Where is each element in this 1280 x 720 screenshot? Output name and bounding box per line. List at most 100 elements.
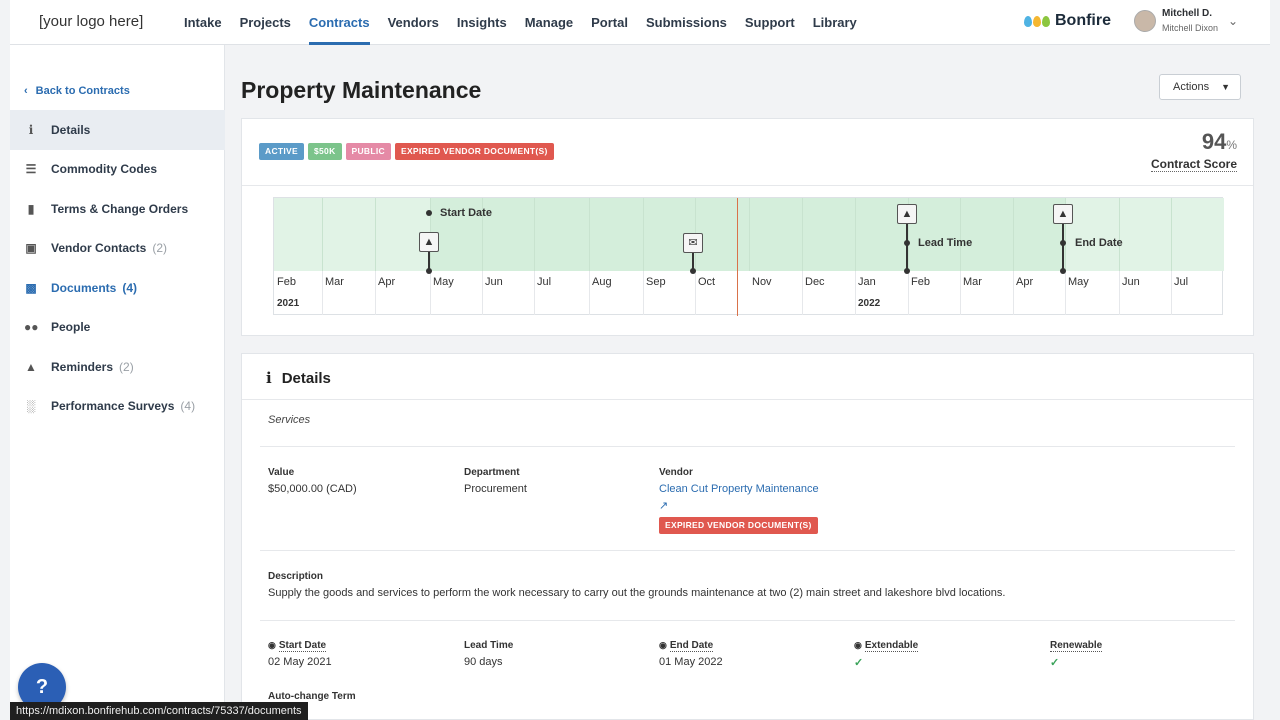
nav-support[interactable]: Support [745, 0, 795, 45]
nav-contracts[interactable]: Contracts [308, 0, 370, 45]
bell-icon[interactable]: ▲ [897, 204, 917, 224]
sidebar-item-count: (2) [152, 241, 168, 256]
sidebar-item-label: Commodity Codes [51, 162, 158, 177]
timeline-month: May [433, 276, 454, 288]
nav-library[interactable]: Library [813, 0, 857, 45]
divider [260, 446, 1235, 447]
avatar [1134, 10, 1156, 32]
timeline-month: May [1068, 276, 1089, 288]
timeline-month: Feb [277, 276, 296, 288]
category-label: Services [268, 414, 311, 426]
sidebar-menu: i Details ☰ Commodity Codes ▮ Terms & Ch… [10, 110, 225, 426]
details-header: i Details [242, 354, 1253, 400]
sidebar-item-label: Reminders [51, 359, 114, 374]
user-full-name: Mitchell Dixon [1162, 23, 1219, 33]
nav-vendors[interactable]: Vendors [388, 0, 439, 45]
timeline-contract-period [430, 198, 1065, 271]
people-icon: ●● [24, 320, 39, 335]
top-navigation-bar: [your logo here] Intake Projects Contrac… [10, 0, 1270, 45]
nav-portal[interactable]: Portal [591, 0, 628, 45]
timeline-month: Jun [1122, 276, 1140, 288]
back-to-contracts-link[interactable]: ‹ Back to Contracts [24, 85, 130, 97]
department-value: Procurement [464, 483, 527, 495]
vendor-link[interactable]: Clean Cut Property Maintenance [659, 483, 819, 495]
sidebar-item-people[interactable]: ●● People [10, 308, 225, 348]
public-badge: PUBLIC [345, 143, 391, 160]
timeline-point [904, 268, 910, 274]
score-label[interactable]: Contract Score [1150, 157, 1237, 172]
start-date-label: Start Date [440, 207, 492, 219]
lead-time-label: Lead Time [464, 640, 514, 651]
sidebar-item-commodity-codes[interactable]: ☰ Commodity Codes [10, 150, 225, 190]
end-date-value: 01 May 2022 [659, 656, 723, 668]
bonfire-logo-icon [1024, 15, 1051, 27]
bar-chart-icon: ░ [26, 399, 36, 414]
actions-dropdown-button[interactable]: Actions ▼ [1159, 74, 1241, 100]
nav-manage[interactable]: Manage [525, 0, 573, 45]
value-badge: $50K [307, 143, 342, 160]
page-title: Property Maintenance [241, 77, 482, 103]
sidebar-item-count: (4) [180, 399, 196, 414]
timeline-point [690, 268, 696, 274]
document-icon: ▩ [25, 280, 37, 295]
contract-sidebar: ‹ Back to Contracts i Details ☰ Commodity… [10, 45, 225, 720]
timeline-month: Apr [1016, 276, 1034, 288]
nav-insights[interactable]: Insights [457, 0, 507, 45]
sidebar-item-reminders[interactable]: ▲ Reminders (2) [10, 347, 225, 387]
timeline-year: 2021 [277, 298, 300, 309]
eye-icon: ◉ [659, 640, 667, 650]
value-amount: $50,000.00 (CAD) [268, 483, 357, 495]
folder-icon: ▮ [27, 201, 35, 216]
sidebar-item-count: (4) [122, 280, 138, 295]
main-nav: Intake Projects Contracts Vendors Insigh… [184, 0, 875, 45]
timeline-month: Jan [858, 276, 876, 288]
timeline-point [426, 268, 432, 274]
vendor-label: Vendor [659, 467, 693, 478]
contract-timeline: Feb Mar Apr May Jun Jul Aug Sep Oct Nov … [273, 197, 1224, 316]
lead-time-dot [904, 240, 910, 246]
description-text: Supply the goods and services to perform… [268, 587, 1006, 599]
timeline-month: Jul [1174, 276, 1189, 288]
bell-icon[interactable]: ▲ [1053, 204, 1073, 224]
sidebar-item-label: Terms & Change Orders [51, 201, 189, 216]
info-icon: i [28, 122, 34, 137]
status-badge-active: ACTIVE [259, 143, 304, 160]
chevron-left-icon: ‹ [24, 85, 28, 97]
description-label: Description [268, 571, 324, 582]
sidebar-item-documents[interactable]: ▩ Documents (4) [10, 268, 225, 308]
start-date-dot [426, 210, 432, 216]
contract-summary-card: ACTIVE $50K PUBLIC EXPIRED VENDOR DOCUME… [241, 118, 1254, 336]
chevron-down-icon[interactable]: ⌄ [1228, 14, 1238, 28]
details-card: i Details Services Value $50,000.00 (CAD)… [241, 353, 1254, 720]
renewable-check-icon: ✓ [1050, 657, 1060, 669]
bell-icon[interactable]: ▲ [419, 232, 439, 252]
timeline-month: Jul [537, 276, 552, 288]
sidebar-item-count: (2) [119, 359, 134, 374]
user-menu[interactable]: Mitchell D. Mitchell Dixon ⌄ [1134, 7, 1238, 35]
nav-submissions[interactable]: Submissions [646, 0, 727, 45]
sidebar-item-vendor-contacts[interactable]: ▣ Vendor Contacts (2) [10, 229, 225, 269]
nav-intake[interactable]: Intake [184, 0, 222, 45]
lead-time-value: 90 days [464, 656, 503, 668]
extendable-check-icon: ✓ [854, 657, 864, 669]
bonfire-brand: Bonfire [1024, 12, 1111, 30]
bell-icon: ▲ [25, 359, 37, 374]
timeline-month: Aug [592, 276, 612, 288]
nav-projects[interactable]: Projects [240, 0, 291, 45]
sidebar-item-label: Performance Surveys [51, 399, 175, 414]
sidebar-item-performance-surveys[interactable]: ░ Performance Surveys (4) [10, 387, 225, 427]
timeline-month: Apr [378, 276, 396, 288]
contract-score: 94% Contract Score [1147, 129, 1237, 173]
organization-logo[interactable]: [your logo here] [39, 13, 143, 30]
sidebar-item-details[interactable]: i Details [10, 110, 225, 150]
external-link-icon[interactable]: ↗ [659, 499, 668, 512]
sidebar-item-terms[interactable]: ▮ Terms & Change Orders [10, 189, 225, 229]
mail-icon[interactable]: ✉ [683, 233, 703, 253]
timeline-point [1060, 268, 1066, 274]
list-icon: ☰ [25, 162, 37, 177]
vendor-expired-badge: EXPIRED VENDOR DOCUMENT(S) [659, 517, 818, 534]
timeline-month: Jun [485, 276, 503, 288]
caret-down-icon: ▼ [1221, 82, 1230, 92]
sidebar-item-label: Documents [51, 280, 117, 295]
timeline-stem [1062, 224, 1064, 271]
